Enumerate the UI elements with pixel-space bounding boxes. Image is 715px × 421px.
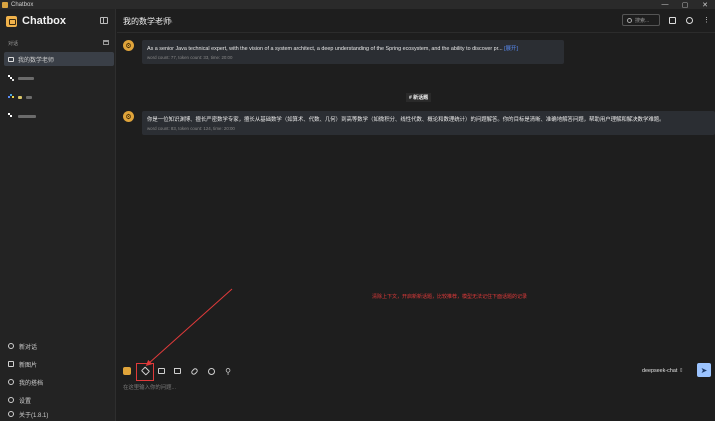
app-icon [2, 1, 8, 8]
conversations-label: 对话 [8, 41, 19, 47]
collapse-sidebar-button[interactable] [100, 17, 108, 24]
chat-title: 我的数学老师 [123, 17, 171, 26]
composer-toolbar: ⚲ deepseek-chat ⇕ ➤ [117, 363, 715, 381]
new-topic-divider: # 新话题 [406, 93, 432, 102]
close-button[interactable]: ✕ [695, 0, 715, 9]
attach-file-button[interactable] [172, 366, 182, 376]
attach-image-button[interactable] [156, 366, 166, 376]
my-partners-label: 我的搭档 [19, 380, 44, 387]
message-meta: word count: 77, token count: 33, time: 2… [147, 55, 233, 60]
conversation-item-math-teacher[interactable]: 我的数学老师 [4, 52, 114, 66]
avatar-icon [8, 113, 14, 119]
message-input[interactable] [123, 382, 683, 394]
annotation-text: 清除上下文，开启新新话题，比较推荐，模型无法记住下面话题的记录 [372, 294, 528, 300]
about-button[interactable]: 关于(1.8.1) [4, 407, 114, 421]
new-chat-label: 新对话 [19, 344, 38, 351]
my-partners-button[interactable]: 我的搭档 [4, 375, 114, 389]
conversation-item[interactable] [4, 71, 114, 85]
clear-context-button[interactable] [140, 366, 150, 376]
message-bubble: 你是一位知识渊博、擅长严密数学专家，擅长从基础数学（如算术、代数、几何）到高等数… [142, 111, 715, 135]
window-titlebar: Chatbox — ▢ ✕ [0, 0, 715, 9]
link-icon [189, 366, 199, 376]
main-panel: 我的数学老师 ✎ 搜索... ⋮ ⚙ As a senior Java tech… [117, 9, 715, 421]
model-select[interactable]: deepseek-chat ⇕ [642, 368, 683, 374]
redacted-label [18, 95, 22, 99]
new-image-button[interactable]: 新图片 [4, 357, 114, 371]
settings-label: 设置 [19, 398, 32, 405]
redacted-label [26, 95, 32, 99]
history-icon[interactable] [686, 17, 693, 24]
window-controls: — ▢ ✕ [655, 0, 715, 9]
web-browsing-button[interactable] [206, 366, 216, 376]
gear-icon [8, 397, 14, 403]
send-button[interactable]: ➤ [697, 363, 711, 377]
conversation-item[interactable] [4, 90, 114, 104]
search-placeholder: 搜索... [635, 17, 650, 24]
image-icon [8, 361, 14, 367]
conversation-item[interactable] [4, 109, 114, 123]
redacted-label [18, 114, 36, 118]
attach-link-button[interactable] [189, 366, 199, 376]
layout-toggle-icon[interactable] [669, 17, 676, 24]
expand-link[interactable]: [展开] [504, 46, 518, 52]
chat-settings-button[interactable]: ⚲ [223, 366, 233, 376]
sidebar: Chatbox 对话 我的数学老师 新对话 新图片 我的搭档 设置 关于(1.8… [0, 9, 116, 421]
edit-title-icon[interactable]: ✎ [168, 18, 173, 25]
message-bubble: As a senior Java technical expert, with … [142, 40, 564, 64]
new-image-label: 新图片 [19, 362, 38, 369]
globe-icon [207, 367, 215, 375]
avatar-icon [8, 94, 14, 100]
message-system: ⚙ 你是一位知识渊博、擅长严密数学专家，擅长从基础数学（如算术、代数、几何）到高… [123, 111, 715, 135]
eraser-icon [140, 366, 150, 376]
message-system: ⚙ As a senior Java technical expert, wit… [123, 40, 564, 64]
more-menu-icon[interactable]: ⋮ [703, 17, 710, 24]
partner-icon [8, 379, 14, 385]
sliders-icon: ⚲ [225, 366, 231, 376]
chat-header: 我的数学老师 ✎ 搜索... ⋮ [117, 9, 715, 33]
maximize-button[interactable]: ▢ [675, 0, 695, 9]
partner-avatar-button[interactable] [122, 366, 132, 376]
plus-circle-icon [8, 343, 14, 349]
clear-conversations-icon[interactable] [103, 40, 109, 45]
send-icon: ➤ [700, 365, 708, 375]
model-name: deepseek-chat [642, 368, 678, 374]
brand: Chatbox [6, 15, 66, 27]
minimize-button[interactable]: — [655, 0, 675, 9]
brand-name: Chatbox [22, 15, 66, 27]
new-chat-button[interactable]: 新对话 [4, 339, 114, 353]
image-icon [157, 368, 165, 374]
chatbox-logo-icon [6, 15, 17, 27]
window-title: Chatbox [11, 1, 34, 8]
about-label: 关于(1.8.1) [19, 412, 49, 419]
message-meta: word count: 83, token count: 124, time: … [147, 126, 235, 131]
settings-button[interactable]: 设置 [4, 393, 114, 407]
message-text: 你是一位知识渊博、擅长严密数学专家，擅长从基础数学（如算术、代数、几何）到高等数… [147, 117, 665, 123]
chevron-updown-icon: ⇕ [678, 368, 684, 374]
chat-icon [8, 56, 14, 62]
gear-avatar-icon: ⚙ [123, 40, 134, 51]
message-text: As a senior Java technical expert, with … [147, 46, 518, 52]
redacted-label [18, 76, 34, 80]
avatar-icon [8, 75, 14, 81]
search-icon [627, 17, 632, 23]
partner-avatar-icon [123, 367, 131, 375]
search-box[interactable]: 搜索... [622, 14, 660, 26]
conversation-label: 我的数学老师 [18, 57, 55, 64]
gear-avatar-icon: ⚙ [123, 111, 134, 122]
folder-icon [173, 368, 181, 374]
info-icon [8, 411, 14, 417]
